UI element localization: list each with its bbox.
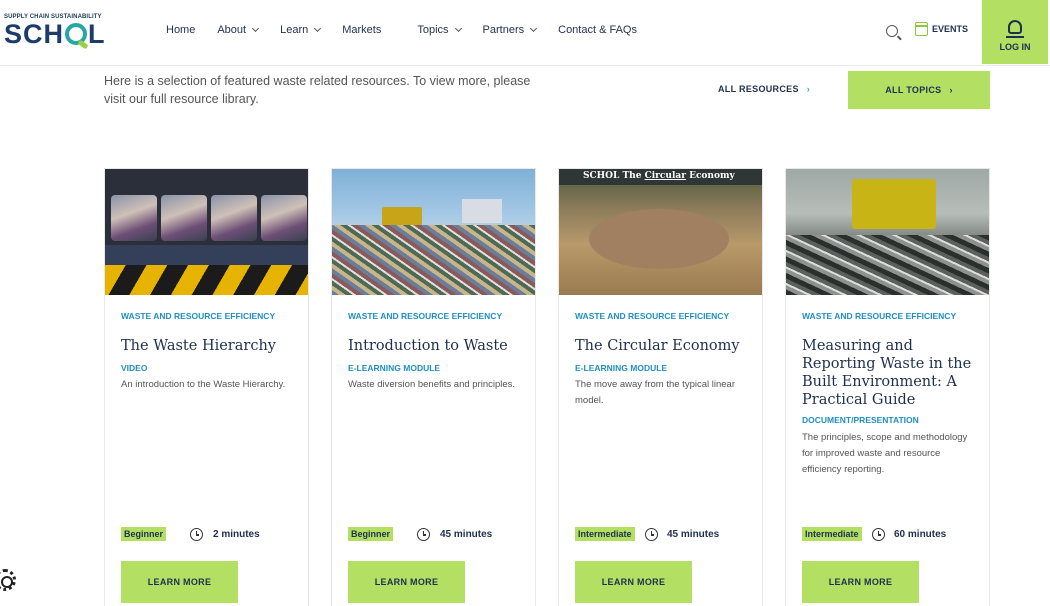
clock-icon	[645, 528, 658, 541]
duration: 60 minutes	[894, 529, 947, 540]
level-badge: Beginner	[121, 527, 167, 541]
card-category[interactable]: WASTE AND RESOURCE EFFICIENCY	[121, 311, 291, 321]
card-category[interactable]: WASTE AND RESOURCE EFFICIENCY	[348, 311, 518, 321]
user-icon	[1006, 20, 1024, 38]
clock-icon	[872, 528, 885, 541]
resource-card[interactable]: SCHOL The Circular Economy WASTE AND RES…	[558, 168, 763, 606]
nav-item-about[interactable]: About	[217, 24, 260, 36]
nav-item-learn[interactable]: Learn	[280, 24, 322, 36]
settings-icon[interactable]	[0, 569, 16, 591]
card-title[interactable]: Measuring and Reporting Waste in the Bui…	[802, 337, 977, 409]
resource-card[interactable]: WASTE AND RESOURCE EFFICIENCY Introducti…	[331, 168, 536, 606]
logo-word-end: L	[88, 19, 106, 49]
intro-text: Here is a selection of featured waste re…	[104, 74, 531, 106]
learn-more-button[interactable]: LEARN MORE	[348, 561, 465, 603]
learn-more-button[interactable]: LEARN MORE	[121, 561, 238, 603]
card-description: The move away from the typical linear mo…	[575, 379, 735, 406]
level-badge: Intermediate	[575, 527, 635, 541]
card-category[interactable]: WASTE AND RESOURCE EFFICIENCY	[802, 311, 972, 321]
all-topics-button[interactable]: ALL TOPICS ›	[848, 71, 990, 109]
nav-item-home[interactable]: Home	[166, 24, 195, 36]
resource-image	[786, 169, 989, 295]
resource-image	[105, 169, 308, 295]
duration: 2 minutes	[213, 529, 260, 540]
logo-word: SCH L	[4, 20, 134, 48]
card-title[interactable]: Introduction to Waste	[348, 337, 523, 355]
card-type: E-LEARNING MODULE	[348, 363, 441, 373]
events-label: EVENTS	[932, 24, 969, 34]
resource-card[interactable]: WASTE AND RESOURCE EFFICIENCY The Waste …	[104, 168, 309, 606]
chevron-down-icon	[454, 24, 462, 33]
events-link[interactable]: EVENTS	[915, 22, 968, 36]
duration: 45 minutes	[440, 529, 493, 540]
nav-item-partners[interactable]: Partners	[483, 24, 538, 36]
clock-icon	[417, 528, 430, 541]
site-header: SUPPLY CHAIN SUSTAINABILITY SCH L Home Ab…	[0, 0, 1050, 66]
main-nav: Home About Learn Markets Topics Partners…	[166, 24, 659, 36]
login-button[interactable]: LOG IN	[982, 0, 1048, 64]
clock-icon	[190, 528, 203, 541]
chevron-down-icon	[530, 24, 538, 33]
card-type: E-LEARNING MODULE	[575, 363, 668, 373]
card-type: DOCUMENT/PRESENTATION	[802, 415, 919, 425]
chevron-down-icon	[314, 24, 322, 33]
nav-item-topics[interactable]: Topics	[417, 24, 462, 36]
card-category[interactable]: WASTE AND RESOURCE EFFICIENCY	[575, 311, 745, 321]
nav-item-markets[interactable]: Markets	[342, 24, 381, 36]
learn-more-button[interactable]: LEARN MORE	[802, 561, 919, 603]
learn-more-button[interactable]: LEARN MORE	[575, 561, 692, 603]
card-title[interactable]: The Circular Economy	[575, 337, 750, 355]
chevron-right-icon: ›	[949, 85, 953, 95]
card-title[interactable]: The Waste Hierarchy	[121, 337, 296, 355]
login-label: LOG IN	[999, 42, 1031, 52]
site-logo[interactable]: SUPPLY CHAIN SUSTAINABILITY SCH L	[4, 14, 134, 54]
resource-card[interactable]: WASTE AND RESOURCE EFFICIENCY Measuring …	[785, 168, 990, 606]
nav-item-contact[interactable]: Contact & FAQs	[558, 24, 637, 36]
chevron-right-icon: ›	[806, 84, 811, 94]
level-badge: Beginner	[348, 527, 394, 541]
all-resources-link[interactable]: ALL RESOURCES ›	[718, 84, 810, 94]
resource-image: SCHOL The Circular Economy	[559, 169, 762, 295]
image-caption: SCHOL The Circular Economy	[559, 169, 762, 185]
chevron-down-icon	[252, 24, 260, 33]
level-badge: Intermediate	[802, 527, 862, 541]
logo-o-icon	[65, 23, 88, 45]
card-description: Waste diversion benefits and principles.	[348, 379, 516, 390]
card-description: The principles, scope and methodology fo…	[802, 432, 968, 475]
card-description: An introduction to the Waste Hierarchy.	[121, 379, 286, 390]
resource-image	[332, 169, 535, 295]
calendar-icon	[915, 22, 928, 36]
search-icon[interactable]	[886, 25, 898, 37]
card-type: VIDEO	[121, 363, 148, 373]
duration: 45 minutes	[667, 529, 720, 540]
logo-word-start: SCH	[4, 19, 65, 49]
